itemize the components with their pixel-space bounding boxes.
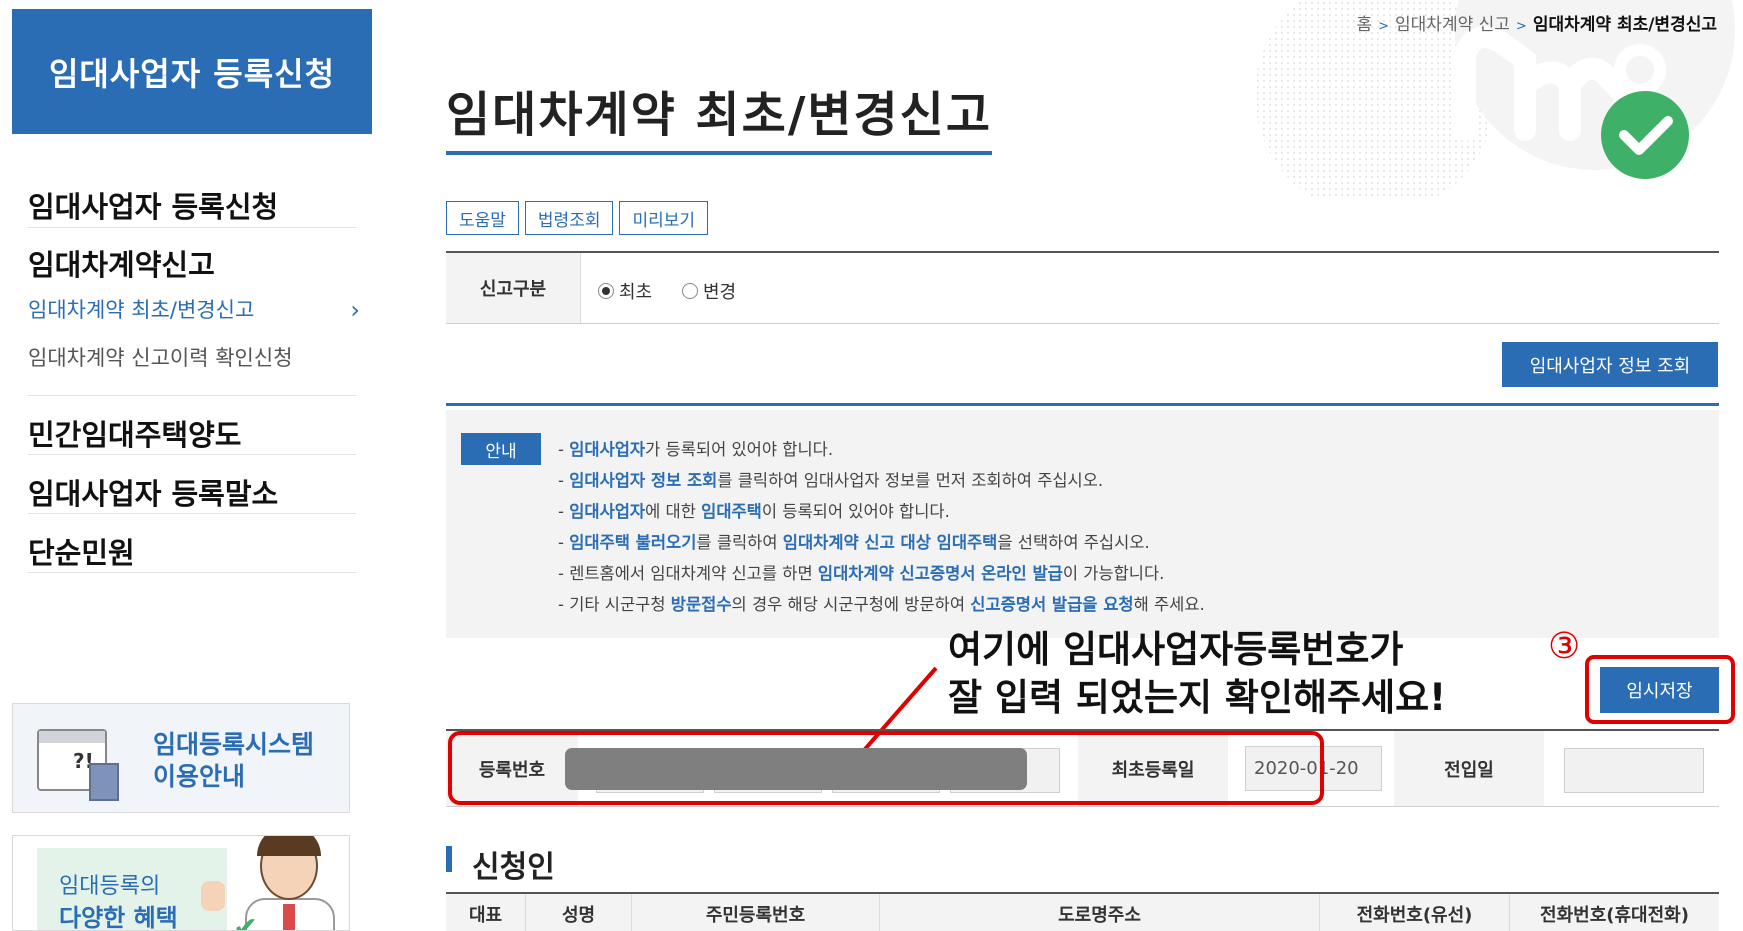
notice-text: - <box>558 440 570 459</box>
column-resident-number: 주민등록번호 <box>632 894 880 931</box>
section-divider <box>446 403 1719 406</box>
notice-text: 에 대한 <box>645 502 702 521</box>
thumbs-up-icon <box>201 881 225 911</box>
notice-highlight: 임대사업자 정보 조회 <box>569 471 718 490</box>
breadcrumb-current: 임대차계약 최초/변경신고 <box>1532 15 1717 35</box>
chevron-right-icon: › <box>350 296 360 324</box>
sidebar-menu: 임대사업자 등록신청 임대차계약신고 임대차계약 최초/변경신고 › 임대차계약… <box>28 170 360 573</box>
notice-line: - 임대사업자 정보 조회를 클릭하여 임대사업자 정보를 먼저 조회하여 주십… <box>558 465 1205 496</box>
page-title: 임대차계약 최초/변경신고 <box>446 75 993 155</box>
notice-badge: 안내 <box>461 433 541 465</box>
registration-highlight-box <box>448 731 1324 805</box>
radio-change-indicator[interactable] <box>682 283 698 299</box>
sidebar-divider <box>28 382 356 396</box>
guide-document-icon: ?! <box>37 729 119 801</box>
column-landline-phone: 전화번호(유선) <box>1320 894 1510 931</box>
benefits-banner-line2: 다양한 혜택 <box>59 904 178 931</box>
column-mobile-phone: 전화번호(휴대전화) <box>1540 904 1689 926</box>
notice-list: - 임대사업자가 등록되어 있어야 합니다. - 임대사업자 정보 조회를 클릭하… <box>558 434 1205 620</box>
notice-text: - <box>558 533 570 552</box>
benefits-banner[interactable]: 임대등록의 다양한 혜택 ✔ <box>12 835 350 931</box>
notice-text: 이 가능합니다. <box>1062 564 1165 583</box>
column-road-address: 도로명주소 <box>880 894 1320 931</box>
system-guide-banner[interactable]: ?! 임대등록시스템 이용안내 <box>12 703 350 813</box>
checkmark-icon: ✔ <box>233 911 259 931</box>
move-in-date-field[interactable] <box>1564 748 1704 793</box>
notice-highlight: 임대주택 불러오기 <box>569 533 697 552</box>
notice-text: 이 등록되어 있어야 합니다. <box>761 502 950 521</box>
radio-change[interactable]: 변경 <box>682 278 736 304</box>
notice-highlight: 방문접수 <box>670 595 732 614</box>
notice-line: - 임대사업자에 대한 임대주택이 등록되어 있어야 합니다. <box>558 496 1205 527</box>
report-type-row: 신고구분 최초 변경 <box>446 251 1719 324</box>
step-number: ③ <box>1548 626 1581 667</box>
notice-text: 를 클릭하여 임대사업자 정보를 먼저 조회하여 주십시오. <box>717 471 1104 490</box>
applicant-table-header: 대표 성명 주민등록번호 도로명주소 전화번호(유선) 전화번호(휴대전화) <box>446 892 1719 931</box>
preview-button[interactable]: 미리보기 <box>619 201 709 235</box>
annotation-line1: 여기에 임대사업자등록번호가 <box>948 628 1404 671</box>
notice-line: - 렌트홈에서 임대차계약 신고를 하면 임대차계약 신고증명서 온라인 발급이… <box>558 558 1205 589</box>
notice-highlight: 임대차계약 신고증명서 온라인 발급 <box>817 564 1063 583</box>
benefits-banner-line1: 임대등록의 <box>59 874 161 899</box>
notice-line: - 임대사업자가 등록되어 있어야 합니다. <box>558 434 1205 465</box>
sidebar-item-registration-cancel[interactable]: 임대사업자 등록말소 <box>28 455 356 514</box>
breadcrumb-lease-report[interactable]: 임대차계약 신고 <box>1395 15 1510 35</box>
notice-highlight: 임대사업자 <box>569 440 646 459</box>
notice-text: 해 주세요. <box>1133 595 1205 614</box>
column-representative: 대표 <box>446 894 526 931</box>
notice-highlight: 임대사업자 <box>569 502 646 521</box>
sidebar-item-simple-petition[interactable]: 단순민원 <box>28 514 356 573</box>
save-highlight-box <box>1585 655 1735 724</box>
move-in-date-label: 전입일 <box>1394 731 1544 806</box>
toolbar: 도움말 법령조회 미리보기 <box>446 201 709 235</box>
notice-text: 의 경우 해당 시군구청에 방문하여 <box>731 595 971 614</box>
annotation-line2: 잘 입력 되었는지 확인해주세요! <box>948 676 1447 719</box>
notice-line: - 임대주택 불러오기를 클릭하여 임대차계약 신고 대상 임대주택을 선택하여… <box>558 527 1205 558</box>
notice-text: 를 클릭하여 <box>696 533 783 552</box>
help-button[interactable]: 도움말 <box>446 201 519 235</box>
law-lookup-button[interactable]: 법령조회 <box>524 201 614 235</box>
notice-text: 을 선택하여 주십시오. <box>997 533 1150 552</box>
breadcrumb-home[interactable]: 홈 <box>1356 15 1372 35</box>
notice-highlight: 임대주택 <box>701 502 762 521</box>
sidebar-item-lease-contract-report[interactable]: 임대차계약신고 <box>28 228 356 286</box>
sidebar-header[interactable]: 임대사업자 등록신청 <box>12 9 372 134</box>
radio-initial-indicator[interactable] <box>598 283 614 299</box>
annotation-callout: 여기에 임대사업자등록번호가 잘 입력 되었는지 확인해주세요! <box>948 626 1446 722</box>
notice-text: - 렌트홈에서 임대차계약 신고를 하면 <box>558 564 818 583</box>
sidebar-subitem-label: 임대차계약 최초/변경신고 <box>28 298 255 322</box>
system-guide-text: 임대등록시스템 이용안내 <box>153 730 315 791</box>
notice-text: 가 등록되어 있어야 합니다. <box>645 440 834 459</box>
landlord-info-lookup-button[interactable]: 임대사업자 정보 조회 <box>1502 342 1718 387</box>
radio-initial[interactable]: 최초 <box>598 278 652 304</box>
notice-text: - 기타 시군구청 <box>558 595 671 614</box>
notice-highlight: 임대차계약 신고 대상 임대주택 <box>782 533 998 552</box>
notice-highlight: 신고증명서 발급을 요청 <box>970 595 1134 614</box>
column-name: 성명 <box>526 894 632 931</box>
report-type-label: 신고구분 <box>446 253 581 323</box>
notice-line: - 기타 시군구청 방문접수의 경우 해당 시군구청에 방문하여 신고증명서 발… <box>558 589 1205 620</box>
breadcrumb: 홈 > 임대차계약 신고 > 임대차계약 최초/변경신고 <box>1356 15 1717 35</box>
sidebar-item-rental-business-registration[interactable]: 임대사업자 등록신청 <box>28 170 356 228</box>
sidebar-item-private-rental-transfer[interactable]: 민간임대주택양도 <box>28 396 356 455</box>
applicant-section-title: 신청인 <box>446 842 555 886</box>
notice-text: - <box>558 502 570 521</box>
notice-text: - <box>558 471 570 490</box>
sidebar-subitem-initial-change-report[interactable]: 임대차계약 최초/변경신고 › <box>12 286 360 334</box>
notice-box: 안내 - 임대사업자가 등록되어 있어야 합니다. - 임대사업자 정보 조회를 … <box>446 410 1719 638</box>
sidebar-subitem-report-history[interactable]: 임대차계약 신고이력 확인신청 <box>12 334 356 382</box>
